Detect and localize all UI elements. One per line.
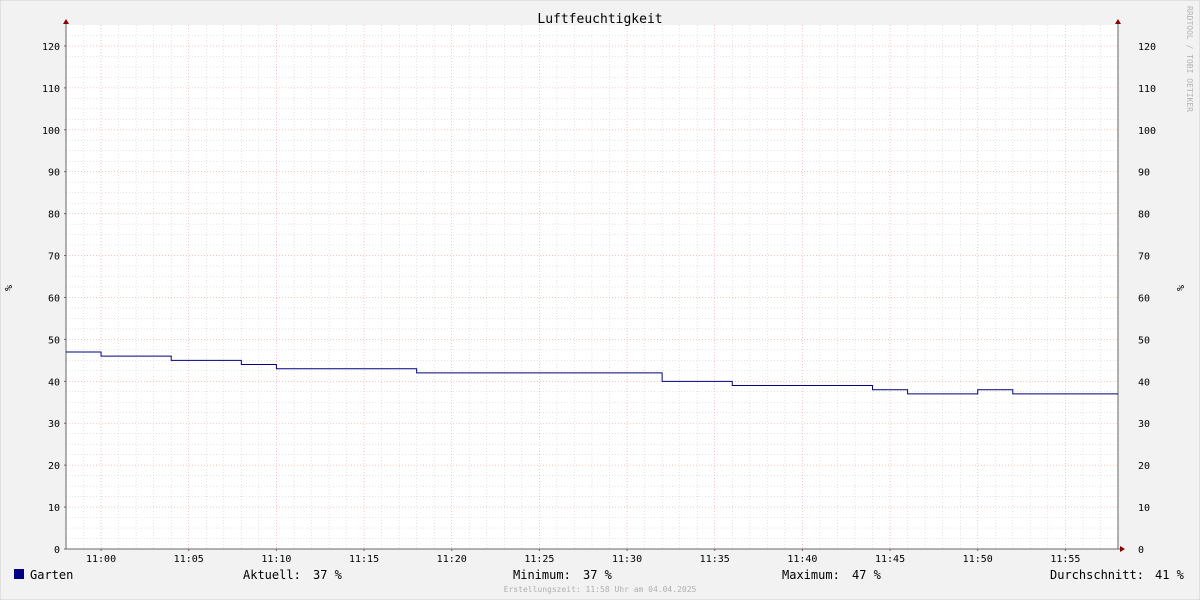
y-tick-label-right: 30	[1138, 419, 1150, 430]
y-axis-label-right: %	[1176, 285, 1187, 291]
x-tick-label: 11:15	[349, 554, 379, 565]
y-tick-label-left: 120	[42, 42, 60, 53]
y-tick-label-right: 100	[1138, 126, 1156, 137]
legend-swatch-garten	[14, 569, 24, 579]
y-tick-label-left: 30	[48, 419, 60, 430]
legend-current-label: Aktuell:	[243, 568, 301, 582]
legend-max-value: 47 %	[852, 568, 882, 582]
legend-avg-label: Durchschnitt:	[1050, 568, 1144, 582]
y-tick-label-right: 50	[1138, 335, 1150, 346]
y-tick-label-right: 90	[1138, 168, 1150, 179]
rrdtool-credit: RRDTOOL / TOBI OETIKER	[1185, 6, 1194, 112]
y-tick-label-left: 90	[48, 168, 60, 179]
legend-min-value: 37 %	[583, 568, 613, 582]
y-tick-label-left: 50	[48, 335, 60, 346]
x-tick-label: 11:55	[1050, 554, 1080, 565]
x-tick-label: 11:45	[875, 554, 905, 565]
chart-svg: 0 0 10 10 20 20 30 30 40 40 50 50 60 60 70 70 80 80 90 90 10…	[0, 0, 1200, 600]
legend-current-value: 37 %	[313, 568, 343, 582]
y-tick-label-left: 0	[54, 545, 60, 556]
y-axis-label-left: %	[4, 285, 15, 291]
x-tick-label: 11:30	[612, 554, 642, 565]
x-tick-label: 11:10	[261, 554, 291, 565]
legend-min-label: Minimum:	[513, 568, 571, 582]
x-tick-label: 11:00	[86, 554, 116, 565]
legend-max-label: Maximum:	[782, 568, 840, 582]
y-tick-label-right: 40	[1138, 377, 1150, 388]
y-tick-label-left: 10	[48, 503, 60, 514]
y-tick-label-right: 0	[1138, 545, 1144, 556]
x-tick-label: 11:40	[787, 554, 817, 565]
y-tick-label-left: 60	[48, 293, 60, 304]
y-tick-label-left: 70	[48, 252, 60, 263]
y-tick-label-right: 20	[1138, 461, 1150, 472]
chart-root: 0 0 10 10 20 20 30 30 40 40 50 50 60 60 70 70 80 80 90 90 10…	[0, 0, 1200, 600]
y-tick-label-left: 100	[42, 126, 60, 137]
legend-avg-value: 41 %	[1155, 568, 1185, 582]
y-tick-label-right: 70	[1138, 252, 1150, 263]
y-tick-label-left: 20	[48, 461, 60, 472]
legend-series-name: Garten	[30, 568, 73, 582]
chart-title: Luftfeuchtigkeit	[537, 12, 662, 27]
y-tick-label-left: 40	[48, 377, 60, 388]
y-tick-label-right: 120	[1138, 42, 1156, 53]
y-tick-label-left: 110	[42, 84, 60, 95]
y-tick-label-right: 10	[1138, 503, 1150, 514]
x-tick-label: 11:20	[437, 554, 467, 565]
y-tick-label-right: 80	[1138, 210, 1150, 221]
creation-time-footer: Erstellungszeit: 11:58 Uhr am 04.04.2025	[504, 585, 697, 594]
x-tick-label: 11:05	[174, 554, 204, 565]
y-tick-label-right: 110	[1138, 84, 1156, 95]
x-tick-label: 11:35	[700, 554, 730, 565]
y-tick-label-left: 80	[48, 210, 60, 221]
y-tick-label-right: 60	[1138, 293, 1150, 304]
x-tick-label: 11:50	[963, 554, 993, 565]
x-tick-label: 11:25	[524, 554, 554, 565]
